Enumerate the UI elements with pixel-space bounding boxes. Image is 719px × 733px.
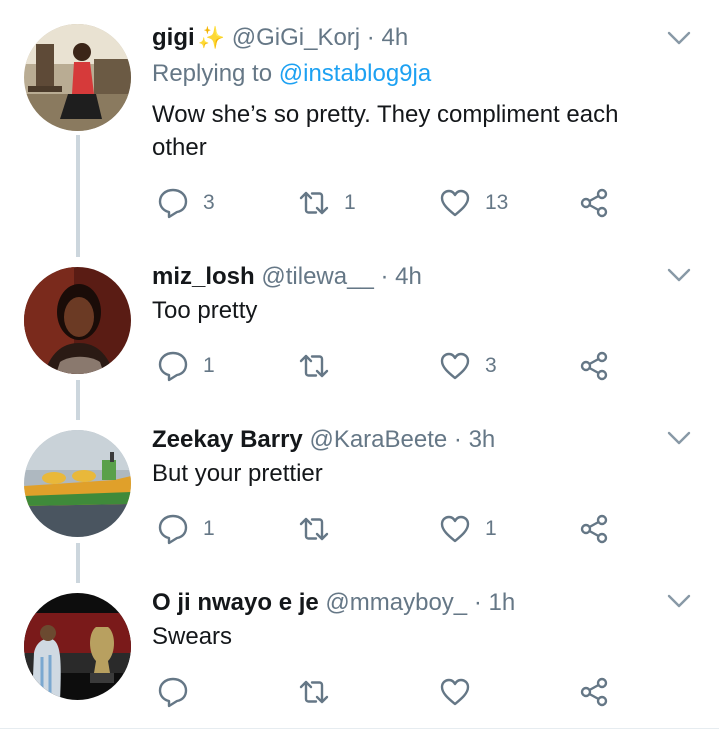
replying-to: Replying to @instablog9ja xyxy=(152,58,431,90)
share-button[interactable] xyxy=(577,509,611,549)
chevron-down-icon[interactable] xyxy=(666,425,692,451)
like-button[interactable]: 13 xyxy=(438,183,508,223)
reply-icon xyxy=(158,514,188,545)
reply-icon xyxy=(158,188,188,219)
share-button[interactable] xyxy=(577,672,611,712)
retweet-icon xyxy=(299,517,329,541)
tweet-text: Swears xyxy=(152,623,233,650)
timestamp[interactable]: 4h xyxy=(381,24,408,51)
share-button[interactable] xyxy=(577,183,611,223)
share-icon xyxy=(580,188,608,218)
separator-dot: · xyxy=(380,263,389,290)
replying-to-label: Replying to xyxy=(152,60,279,87)
reply-count: 1 xyxy=(203,517,215,540)
like-count: 13 xyxy=(485,191,509,214)
timestamp[interactable]: 1h xyxy=(489,589,516,616)
retweet-icon xyxy=(299,680,329,704)
tweet-text: Wow she’s so pretty. They compliment eac… xyxy=(152,101,619,161)
avatar[interactable] xyxy=(24,24,131,131)
retweet-button[interactable] xyxy=(297,672,344,712)
tweet-header: miz_losh @tilewa__ · 4h xyxy=(152,261,422,293)
chevron-down-icon[interactable] xyxy=(666,588,692,614)
heart-icon xyxy=(440,678,470,706)
display-name[interactable]: gigi xyxy=(152,24,195,51)
like-button[interactable]: 1 xyxy=(438,509,497,549)
like-count: 3 xyxy=(485,354,497,377)
tweet[interactable]: miz_losh @tilewa__ · 4h Too pretty 1 3 xyxy=(0,250,719,415)
retweet-button[interactable] xyxy=(297,509,344,549)
retweet-button[interactable]: 1 xyxy=(297,183,356,223)
heart-icon xyxy=(440,515,470,543)
tweet[interactable]: O ji nwayo e je @mmayboy_ · 1h Swears xyxy=(0,576,719,728)
reply-count: 1 xyxy=(203,354,215,377)
action-bar: 1 1 xyxy=(152,509,632,549)
timestamp[interactable]: 3h xyxy=(469,426,496,453)
reply-button[interactable]: 1 xyxy=(156,346,215,386)
avatar[interactable] xyxy=(24,430,131,537)
action-bar xyxy=(152,672,632,712)
action-bar: 3 1 13 xyxy=(152,183,632,223)
tweet-header: gigi ✨ @GiGi_Korj · 4h xyxy=(152,22,408,54)
mention-link[interactable]: @instablog9ja xyxy=(279,60,431,87)
separator-dot: · xyxy=(473,589,482,616)
tweet[interactable]: gigi ✨ @GiGi_Korj · 4h Replying to @insta… xyxy=(0,0,719,250)
timestamp[interactable]: 4h xyxy=(395,263,422,290)
chevron-down-icon[interactable] xyxy=(666,25,692,51)
heart-icon xyxy=(440,189,470,217)
retweet-icon xyxy=(299,191,329,215)
like-count: 1 xyxy=(485,517,497,540)
tweet-header: Zeekay Barry @KaraBeete · 3h xyxy=(152,424,495,456)
tweet-header: O ji nwayo e je @mmayboy_ · 1h xyxy=(152,587,515,619)
display-name[interactable]: Zeekay Barry xyxy=(152,426,303,453)
avatar[interactable] xyxy=(24,593,131,700)
heart-icon xyxy=(440,352,470,380)
share-icon xyxy=(580,514,608,544)
reply-icon xyxy=(158,351,188,382)
like-button[interactable] xyxy=(438,672,485,712)
like-button[interactable]: 3 xyxy=(438,346,497,386)
user-handle[interactable]: @KaraBeete xyxy=(309,426,447,453)
retweet-count: 1 xyxy=(344,191,356,214)
separator-dot: · xyxy=(453,426,462,453)
tweet[interactable]: Zeekay Barry @KaraBeete · 3h But your pr… xyxy=(0,413,719,578)
user-handle[interactable]: @mmayboy_ xyxy=(325,589,467,616)
user-handle[interactable]: @tilewa__ xyxy=(261,263,373,290)
reply-button[interactable]: 3 xyxy=(156,183,215,223)
tweet-text: But your prettier xyxy=(152,460,323,487)
share-icon xyxy=(580,677,608,707)
avatar[interactable] xyxy=(24,267,131,374)
user-handle[interactable]: @GiGi_Korj xyxy=(232,24,360,51)
reply-button[interactable]: 1 xyxy=(156,509,215,549)
reply-count: 3 xyxy=(203,191,215,214)
retweet-icon xyxy=(299,354,329,378)
display-name[interactable]: miz_losh xyxy=(152,263,255,290)
share-icon xyxy=(580,351,608,381)
display-name[interactable]: O ji nwayo e je xyxy=(152,589,319,616)
reply-button[interactable] xyxy=(156,672,203,712)
tweet-text: Too pretty xyxy=(152,297,258,324)
sparkles-icon: ✨ xyxy=(197,25,226,50)
separator-dot: · xyxy=(366,24,375,51)
divider xyxy=(0,728,719,729)
share-button[interactable] xyxy=(577,346,611,386)
chevron-down-icon[interactable] xyxy=(666,262,692,288)
action-bar: 1 3 xyxy=(152,346,632,386)
retweet-button[interactable] xyxy=(297,346,344,386)
reply-icon xyxy=(158,677,188,708)
